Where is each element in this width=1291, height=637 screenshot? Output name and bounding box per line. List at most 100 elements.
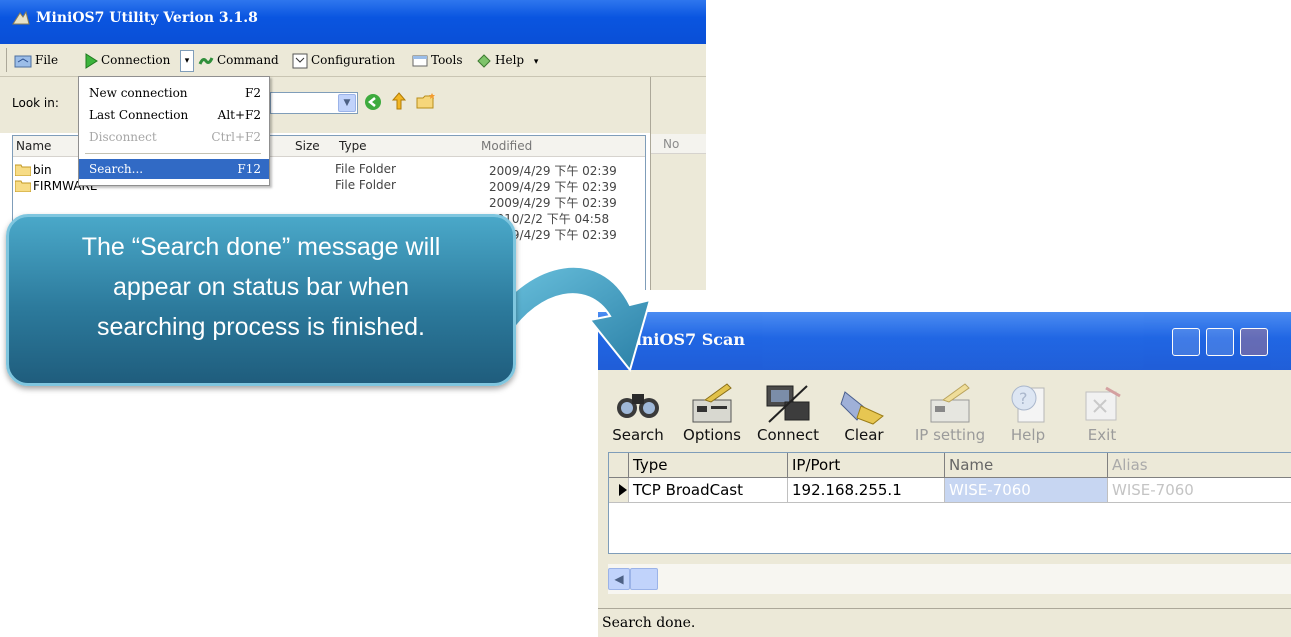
toolbar-connection[interactable]: Connection: [84, 50, 170, 70]
folder-icon: [15, 180, 31, 192]
broom-icon: [840, 391, 884, 425]
toolbar-command[interactable]: Command: [198, 50, 279, 70]
right-pane-column-no[interactable]: No: [651, 134, 706, 154]
connection-menu: New connection F2 Last Connection Alt+F2…: [78, 76, 270, 186]
grid-column-name[interactable]: Name: [945, 453, 1108, 477]
toolbar-file-label: File: [35, 53, 59, 67]
connect-icon: [766, 385, 810, 423]
look-in-label: Look in:: [12, 96, 59, 110]
folder-icon: [15, 164, 31, 176]
file-row[interactable]: 2009/4/29 下午 02:39: [13, 193, 645, 210]
new-folder-icon[interactable]: [416, 92, 436, 110]
options-icon: [692, 383, 732, 423]
scan-window: MiniOS7 Scan Search Options Connect Clea…: [598, 312, 1291, 637]
cell-type[interactable]: TCP BroadCast: [629, 478, 788, 502]
exit-button-label: Exit: [1087, 426, 1117, 444]
help-doc-icon: ?: [1011, 385, 1045, 423]
up-folder-icon[interactable]: [390, 91, 408, 111]
device-grid[interactable]: Type IP/Port Name Alias TCP BroadCast 19…: [608, 452, 1291, 554]
column-name[interactable]: Name: [16, 139, 51, 153]
options-button[interactable]: Options: [672, 370, 752, 450]
look-in-combo[interactable]: ▼: [270, 92, 358, 114]
menu-item-disconnect: Disconnect Ctrl+F2: [79, 127, 269, 147]
close-button[interactable]: [1240, 328, 1268, 356]
file-name: bin: [33, 163, 52, 177]
callout-line-3: searching process is finished.: [97, 313, 425, 341]
maximize-button[interactable]: [1206, 328, 1234, 356]
app-icon: [12, 10, 30, 25]
configuration-icon: [292, 53, 308, 68]
menu-item-shortcut: Alt+F2: [217, 108, 261, 122]
menu-item-label: Last Connection: [89, 108, 189, 122]
toolbar-file[interactable]: File: [14, 50, 58, 70]
menu-item-search[interactable]: Search... F12: [79, 159, 269, 179]
connect-button[interactable]: Connect: [748, 370, 828, 450]
file-icon: [14, 55, 32, 67]
toolbar-configuration[interactable]: Configuration: [292, 50, 395, 70]
ip-setting-button[interactable]: IP setting: [910, 370, 990, 450]
grid-column-ip-port[interactable]: IP/Port: [788, 453, 945, 477]
horizontal-scrollbar[interactable]: ◀: [608, 564, 1291, 594]
toolbar-connection-label: Connection: [101, 53, 171, 67]
menu-item-new-connection[interactable]: New connection F2: [79, 83, 269, 103]
callout-text: The “Search done” message will appear on…: [9, 227, 513, 347]
row-pointer-icon: [609, 478, 629, 502]
grid-column-alias[interactable]: Alias: [1108, 453, 1291, 477]
utility-title: MiniOS7 Utility Verion 3.1.8: [36, 10, 258, 26]
column-size[interactable]: Size: [295, 139, 320, 153]
ip-setting-button-label: IP setting: [914, 426, 986, 444]
exit-button[interactable]: Exit: [1062, 370, 1142, 450]
clear-button[interactable]: Clear: [824, 370, 904, 450]
connect-button-label: Connect: [756, 426, 820, 444]
menu-item-label: New connection: [89, 86, 188, 100]
column-modified[interactable]: Modified: [481, 139, 532, 153]
toolbar-grip: [6, 48, 7, 72]
utility-title-bar[interactable]: MiniOS7 Utility Verion 3.1.8: [0, 0, 706, 44]
help-button-label: Help: [1010, 426, 1046, 444]
table-row[interactable]: TCP BroadCast 192.168.255.1 WISE-7060 WI…: [609, 478, 1291, 503]
exit-icon: [1085, 386, 1121, 421]
toolbar-tools-label: Tools: [431, 53, 463, 67]
grid-header: Type IP/Port Name Alias: [609, 453, 1291, 478]
menu-item-shortcut: Ctrl+F2: [211, 130, 261, 144]
help-icon: [477, 53, 491, 68]
menu-separator: [85, 153, 261, 154]
svg-text:?: ?: [1019, 389, 1028, 408]
scan-title-bar[interactable]: MiniOS7 Scan: [598, 312, 1291, 370]
scan-toolbar: Search Options Connect Clear IP setting …: [598, 370, 1291, 450]
utility-toolbar: File Connection ▾ Command Configuration …: [0, 44, 706, 77]
toolbar-help[interactable]: Help ▾: [476, 50, 538, 70]
search-button-label: Search: [612, 426, 664, 444]
cell-ip-port[interactable]: 192.168.255.1: [788, 478, 945, 502]
cell-name[interactable]: WISE-7060: [945, 478, 1108, 502]
toolbar-tools[interactable]: Tools: [412, 50, 463, 70]
callout-line-1: The “Search done” message will: [81, 233, 441, 261]
grid-corner: [609, 453, 629, 477]
ip-setting-icon: [930, 383, 970, 423]
help-dropdown-icon[interactable]: ▾: [534, 57, 539, 67]
status-bar: Search done.: [598, 608, 1291, 637]
scroll-thumb[interactable]: [630, 568, 658, 590]
back-icon[interactable]: [364, 93, 382, 111]
menu-item-shortcut: F12: [237, 162, 261, 176]
file-type: File Folder: [335, 178, 396, 192]
cell-alias[interactable]: WISE-7060: [1108, 478, 1291, 502]
tools-icon: [412, 55, 428, 66]
help-button[interactable]: ? Help: [988, 370, 1068, 450]
play-icon: [85, 52, 98, 69]
callout-line-2: appear on status bar when: [112, 273, 410, 301]
minimize-button[interactable]: [1172, 328, 1200, 356]
options-button-label: Options: [683, 426, 741, 444]
grid-column-type[interactable]: Type: [629, 453, 788, 477]
menu-item-shortcut: F2: [245, 86, 261, 100]
column-type[interactable]: Type: [339, 139, 367, 153]
scroll-left-icon[interactable]: ◀: [608, 568, 630, 590]
menu-item-last-connection[interactable]: Last Connection Alt+F2: [79, 105, 269, 125]
combo-dropdown-icon[interactable]: ▼: [338, 94, 356, 112]
menu-item-label: Disconnect: [89, 130, 157, 144]
connection-dropdown-arrow[interactable]: ▾: [180, 50, 194, 72]
menu-item-label: Search...: [89, 162, 144, 176]
callout-box: The “Search done” message will appear on…: [6, 214, 516, 386]
toolbar-command-label: Command: [217, 53, 279, 67]
file-type: File Folder: [335, 162, 396, 176]
